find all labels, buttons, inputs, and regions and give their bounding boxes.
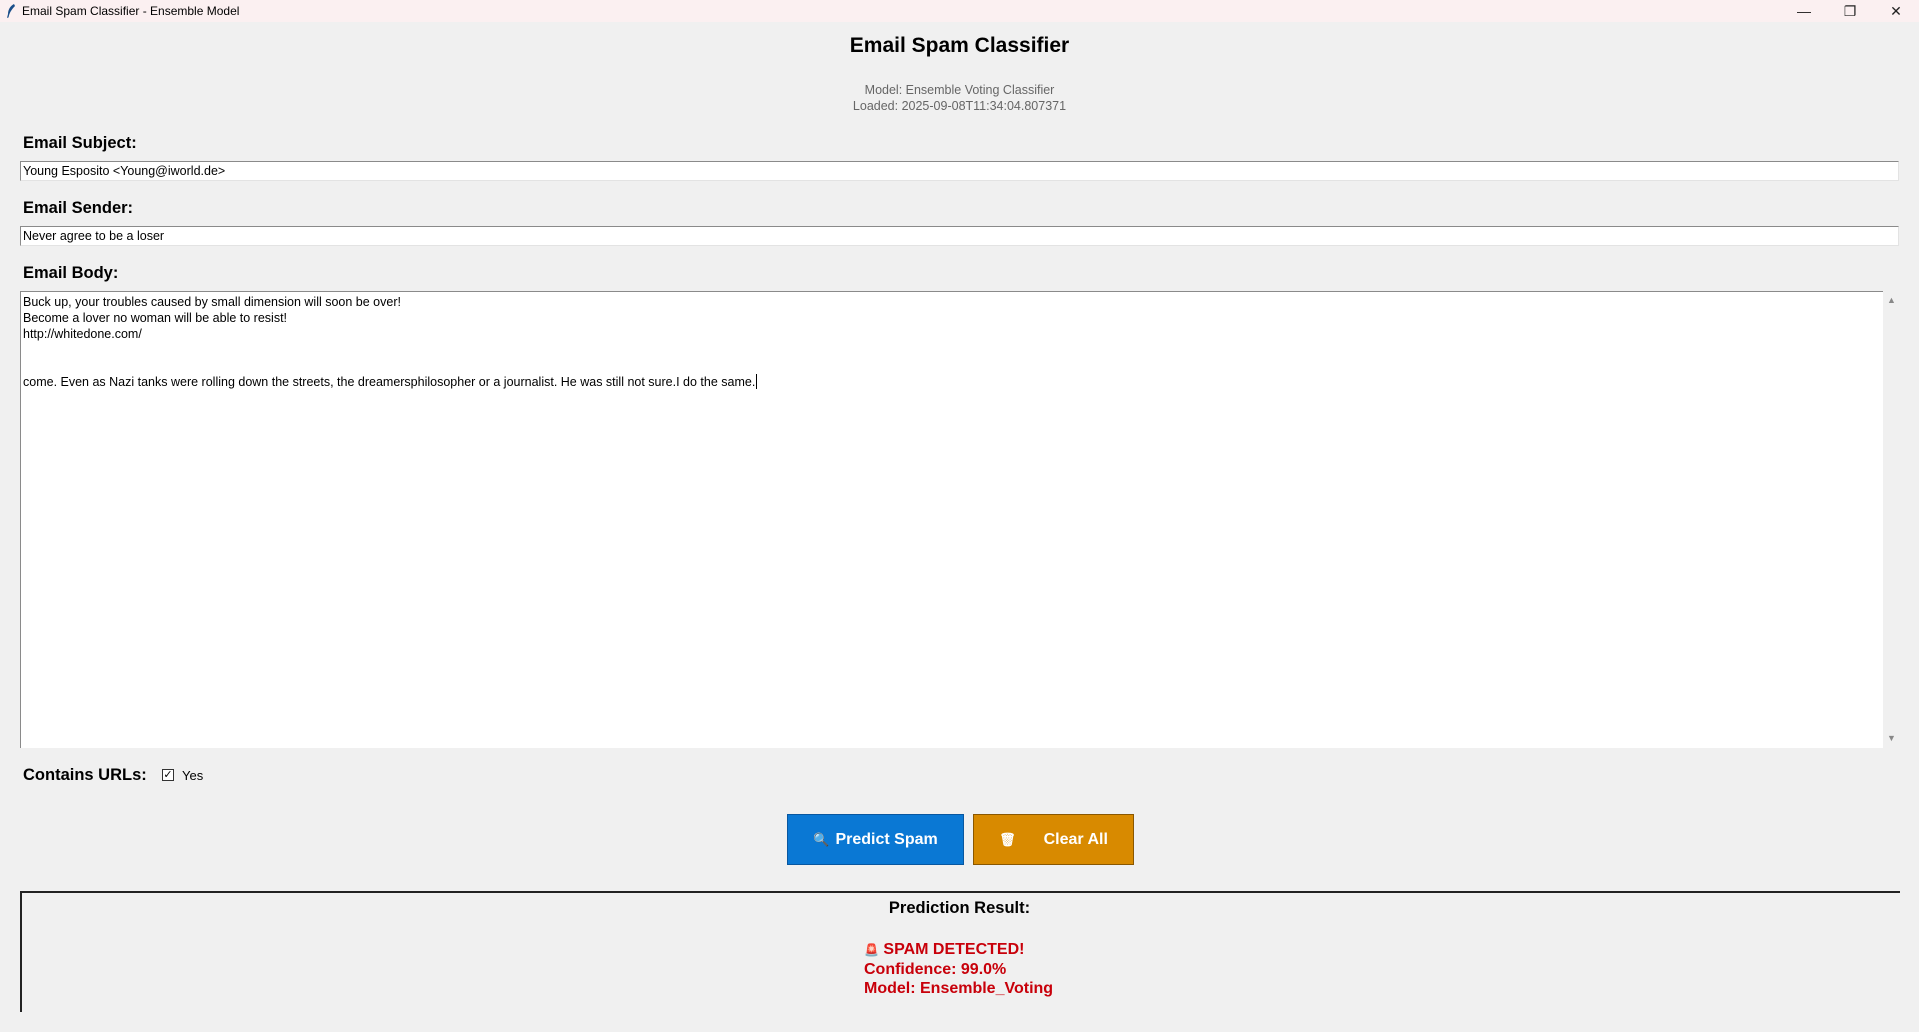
- scroll-up-arrow-icon[interactable]: ▲: [1887, 295, 1896, 305]
- urls-checkbox-label[interactable]: Yes: [182, 768, 203, 783]
- clear-all-button[interactable]: 🗑 Clear All: [973, 814, 1134, 865]
- clear-all-label: Clear All: [1043, 830, 1108, 848]
- magnifier-icon: 🔍: [813, 831, 830, 847]
- close-button[interactable]: ✕: [1873, 0, 1919, 22]
- checkmark-icon: ✓: [163, 769, 173, 781]
- urls-checkbox[interactable]: ✓: [162, 769, 174, 781]
- minimize-button[interactable]: —: [1781, 0, 1827, 22]
- result-model: Model: Ensemble_Voting: [864, 980, 1054, 997]
- app-heading: Email Spam Classifier: [849, 34, 1070, 57]
- body-textarea[interactable]: Buck up, your troubles caused by small d…: [20, 291, 1883, 748]
- window-title: Email Spam Classifier - Ensemble Model: [22, 4, 240, 18]
- body-label: Email Body:: [23, 264, 119, 282]
- model-name-text: Model: Ensemble Voting Classifier: [864, 83, 1055, 97]
- predict-spam-button[interactable]: 🔍 Predict Spam: [787, 814, 964, 865]
- result-text: 🚨 SPAM DETECTED! Confidence: 99.0% Model…: [864, 940, 1053, 998]
- result-title: Prediction Result:: [888, 899, 1031, 917]
- trash-icon: 🗑: [999, 831, 1016, 847]
- restore-button[interactable]: ❐: [1827, 0, 1873, 22]
- subject-label: Email Subject:: [23, 134, 137, 152]
- result-status: SPAM DETECTED!: [883, 941, 1025, 958]
- feather-icon: [0, 4, 22, 18]
- body-scrollbar[interactable]: ▲ ▼: [1883, 291, 1900, 748]
- subject-input[interactable]: Young Esposito <Young@iworld.de>: [20, 161, 1899, 181]
- body-text: Buck up, your troubles caused by small d…: [23, 295, 756, 389]
- urls-label: Contains URLs:: [23, 766, 147, 784]
- scroll-down-arrow-icon[interactable]: ▼: [1887, 733, 1896, 743]
- sender-input[interactable]: Never agree to be a loser: [20, 226, 1899, 246]
- text-caret: [756, 374, 758, 389]
- window-titlebar: Email Spam Classifier - Ensemble Model —…: [0, 0, 1919, 22]
- model-loaded-text: Loaded: 2025-09-08T11:34:04.807371: [852, 99, 1067, 113]
- model-info: Model: Ensemble Voting Classifier Loaded…: [0, 82, 1919, 114]
- sender-label: Email Sender:: [23, 199, 134, 217]
- result-confidence: Confidence: 99.0%: [864, 961, 1007, 978]
- alarm-icon: 🚨: [864, 943, 879, 957]
- predict-spam-label: Predict Spam: [835, 830, 938, 848]
